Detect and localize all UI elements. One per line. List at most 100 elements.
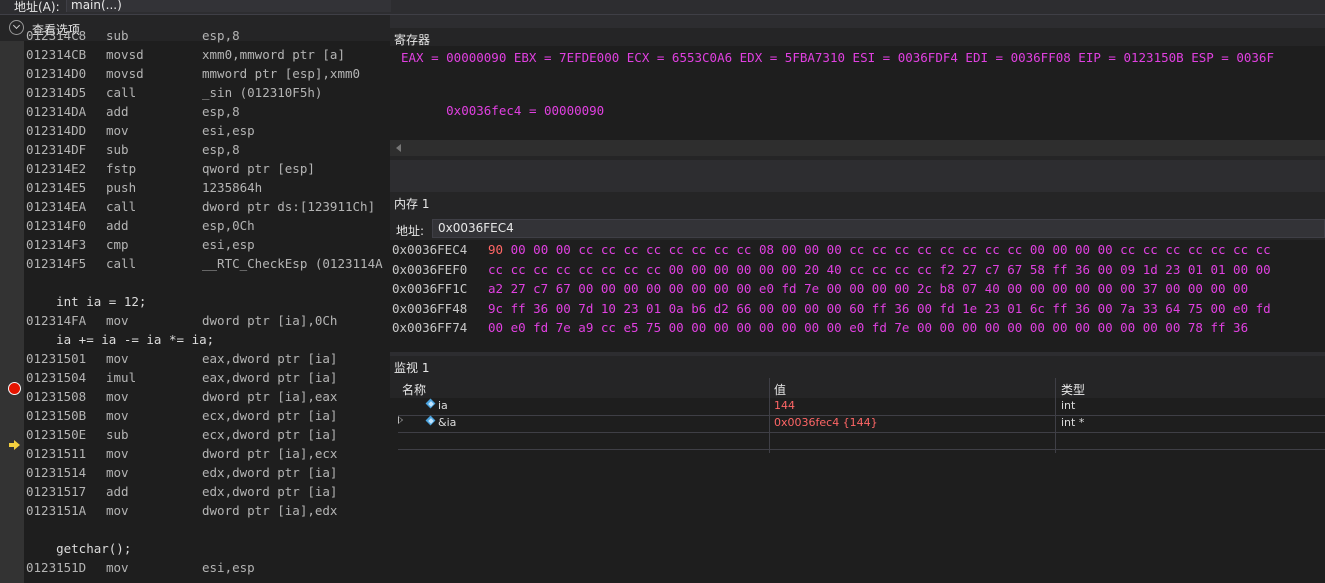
asm-line[interactable]: 01231511 mov dword ptr [ia],ecx: [26, 444, 337, 463]
watch-grid: ia 144 int &ia 0x0036fec4 {144} int *: [390, 398, 1325, 583]
source-line[interactable]: ia += ia -= ia *= ia;: [26, 330, 214, 349]
column-header-value[interactable]: 值: [774, 381, 786, 398]
asm-line[interactable]: 012314D0 movsd mmword ptr [esp],xmm0: [26, 64, 360, 83]
asm-line[interactable]: 0123151D mov esi,esp: [26, 558, 255, 577]
asm-mnemonic: mov: [106, 408, 129, 423]
asm-mnemonic: mov: [106, 446, 129, 461]
chevron-down-icon[interactable]: [9, 20, 24, 35]
source-text: ia += ia -= ia *= ia;: [26, 332, 215, 347]
memory-row-bytes: 00 00 00 cc cc cc cc cc cc cc cc 08 00 0…: [510, 242, 1271, 257]
asm-line[interactable]: 012314E2 fstp qword ptr [esp]: [26, 159, 315, 178]
asm-operands: esp,0Ch: [202, 218, 255, 233]
asm-line[interactable]: 0123150E sub ecx,dword ptr [ia]: [26, 425, 337, 444]
asm-operands: eax,dword ptr [ia]: [202, 351, 338, 366]
column-header-name[interactable]: 名称: [402, 381, 426, 398]
asm-mnemonic: cmp: [106, 237, 129, 252]
breakpoint-gutter[interactable]: [0, 41, 24, 583]
asm-line[interactable]: 012314F0 add esp,0Ch: [26, 216, 255, 235]
source-line[interactable]: getchar();: [26, 539, 131, 558]
asm-address: 01231508: [26, 389, 87, 404]
watch-name: ia: [438, 399, 448, 412]
asm-mnemonic: sub: [106, 427, 129, 442]
asm-line[interactable]: 012314FA mov dword ptr [ia],0Ch: [26, 311, 337, 330]
memory-dump[interactable]: 0x0036FEC4 90 00 00 00 cc cc cc cc cc cc …: [390, 240, 1325, 352]
memory-row[interactable]: 0x0036FEC4 90 00 00 00 cc cc cc cc cc cc …: [392, 242, 1271, 261]
asm-mnemonic: call: [106, 199, 137, 214]
asm-operands: ecx,dword ptr [ia]: [202, 427, 338, 442]
asm-line[interactable]: 012314D5 call _sin (012310F5h): [26, 83, 322, 102]
asm-mnemonic: sub: [106, 142, 129, 157]
asm-address: 0123151A: [26, 503, 87, 518]
memory-row[interactable]: 0x0036FF1C a2 27 c7 67 00 00 00 00 00 00 …: [392, 281, 1248, 300]
horizontal-scrollbar[interactable]: [390, 140, 1325, 156]
asm-line[interactable]: 012314F5 call __RTC_CheckEsp (0123114A: [26, 254, 383, 273]
memory-row-address: 0x0036FEC4: [392, 242, 468, 257]
asm-address: 012314CB: [26, 47, 87, 62]
memory-row[interactable]: 0x0036FEF0 cc cc cc cc cc cc cc cc 00 00 …: [392, 262, 1271, 281]
asm-line[interactable]: 012314DD mov esi,esp: [26, 121, 255, 140]
asm-line[interactable]: 012314CB movsd xmm0,mmword ptr [a]: [26, 45, 345, 64]
asm-line[interactable]: 012314DA add esp,8: [26, 102, 240, 121]
asm-line[interactable]: 01231504 imul eax,dword ptr [ia]: [26, 368, 337, 387]
asm-address: 012314E2: [26, 161, 87, 176]
watch-row[interactable]: &ia 0x0036fec4 {144} int *: [398, 415, 1325, 433]
asm-operands: __RTC_CheckEsp (0123114A: [202, 256, 383, 271]
asm-line[interactable]: 01231508 mov dword ptr [ia],eax: [26, 387, 337, 406]
asm-address: 012314EA: [26, 199, 87, 214]
asm-operands: dword ptr [ia],edx: [202, 503, 338, 518]
asm-operands: ecx,dword ptr [ia]: [202, 408, 338, 423]
asm-mnemonic: movsd: [106, 47, 144, 62]
asm-operands: xmm0,mmword ptr [a]: [202, 47, 345, 62]
column-divider[interactable]: [769, 378, 770, 453]
asm-operands: esi,esp: [202, 123, 255, 138]
asm-mnemonic: add: [106, 104, 129, 119]
asm-mnemonic: call: [106, 256, 137, 271]
asm-line[interactable]: 0123151A mov dword ptr [ia],edx: [26, 501, 337, 520]
source-line[interactable]: int ia = 12;: [26, 292, 146, 311]
memory-row[interactable]: 0x0036FF48 9c ff 36 00 7d 10 23 01 0a b6 …: [392, 301, 1271, 320]
column-header-type[interactable]: 类型: [1061, 381, 1085, 398]
asm-mnemonic: mov: [106, 389, 129, 404]
asm-operands: esp,8: [202, 28, 240, 43]
expand-arrow-icon[interactable]: [398, 416, 403, 424]
breakpoint-icon[interactable]: [8, 382, 21, 395]
registers-body: EAX = 00000090 EBX = 7EFDE000 ECX = 6553…: [390, 46, 1325, 156]
memory-address-input[interactable]: 0x0036FEC4: [432, 219, 1325, 238]
watch-type: int *: [1061, 416, 1085, 429]
asm-operands: eax,dword ptr [ia]: [202, 370, 338, 385]
asm-line[interactable]: 012314E5 push 1235864h: [26, 178, 262, 197]
variable-icon: [426, 399, 436, 409]
asm-address: 01231504: [26, 370, 87, 385]
asm-operands: qword ptr [esp]: [202, 161, 315, 176]
memory-address-label: 地址:: [396, 224, 425, 238]
asm-mnemonic: mov: [106, 313, 129, 328]
asm-line[interactable]: 01231514 mov edx,dword ptr [ia]: [26, 463, 337, 482]
watch-name: &ia: [438, 416, 457, 429]
memory-row[interactable]: 0x0036FF74 00 e0 fd 7e a9 cc e5 75 00 00 …: [392, 320, 1248, 339]
asm-address: 012314DA: [26, 104, 87, 119]
asm-mnemonic: movsd: [106, 66, 144, 81]
asm-line[interactable]: 012314C8 sub esp,8: [26, 26, 240, 45]
asm-mnemonic: call: [106, 85, 137, 100]
watch-empty-row[interactable]: [398, 432, 1325, 450]
asm-line[interactable]: 01231517 add edx,dword ptr [ia]: [26, 482, 337, 501]
asm-line[interactable]: 012314F3 cmp esi,esp: [26, 235, 255, 254]
asm-line[interactable]: 012314DF sub esp,8: [26, 140, 240, 159]
memory-address-bar: 地址: 0x0036FEC4: [390, 218, 1325, 240]
memory-row-bytes: a2 27 c7 67 00 00 00 00 00 00 00 00 e0 f…: [488, 281, 1249, 296]
asm-line[interactable]: 01231501 mov eax,dword ptr [ia]: [26, 349, 337, 368]
asm-line[interactable]: [26, 520, 202, 539]
asm-address: 012314D0: [26, 66, 87, 81]
address-bar: 地址(A): main(...): [0, 0, 1325, 15]
column-divider[interactable]: [1055, 378, 1056, 453]
asm-line[interactable]: 0123150B mov ecx,dword ptr [ia]: [26, 406, 337, 425]
asm-operands: dword ptr [ia],ecx: [202, 446, 338, 461]
asm-line[interactable]: [26, 273, 202, 292]
memory-row-bytes: cc cc cc cc cc cc cc cc 00 00 00 00 00 0…: [488, 261, 1271, 277]
asm-address: 0123150E: [26, 427, 87, 442]
asm-line[interactable]: 012314EA call dword ptr ds:[123911Ch]: [26, 197, 375, 216]
asm-operands: 1235864h: [202, 180, 263, 195]
address-combo[interactable]: main(...): [66, 0, 391, 12]
watch-row[interactable]: ia 144 int: [398, 398, 1325, 416]
watch-value: 0x0036fec4 {144}: [774, 416, 878, 429]
